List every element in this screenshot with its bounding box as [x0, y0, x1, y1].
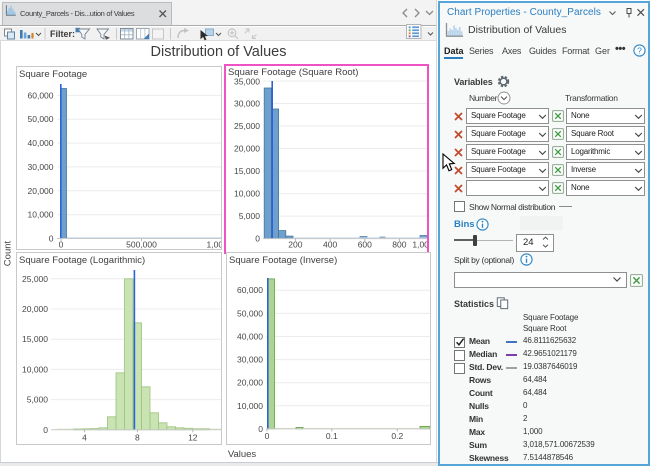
svg-text:25,000: 25,000	[234, 121, 260, 131]
svg-text:60,000: 60,000	[28, 90, 54, 100]
svg-text:200: 200	[288, 240, 302, 250]
svg-text:0: 0	[49, 234, 54, 244]
svg-text:500,000: 500,000	[126, 240, 157, 250]
svg-text:20,000: 20,000	[28, 186, 54, 196]
svg-text:0: 0	[265, 431, 270, 441]
svg-text:0: 0	[255, 234, 260, 244]
svg-text:10,000: 10,000	[28, 210, 54, 220]
svg-text:1,000: 1,000	[207, 240, 222, 250]
svg-text:10,000: 10,000	[237, 401, 263, 411]
svg-text:600: 600	[358, 240, 372, 250]
svg-text:Square Footage (Logarithmic): Square Footage (Logarithmic)	[19, 255, 145, 266]
svg-text:4: 4	[82, 432, 87, 442]
svg-text:30,000: 30,000	[28, 162, 54, 172]
svg-text:5,000: 5,000	[27, 395, 49, 405]
svg-text:0.1: 0.1	[326, 431, 338, 441]
svg-text:40,000: 40,000	[237, 332, 263, 342]
svg-text:400: 400	[323, 240, 337, 250]
svg-text:5,000: 5,000	[239, 211, 261, 221]
svg-text:40,000: 40,000	[28, 138, 54, 148]
svg-text:15,000: 15,000	[234, 166, 260, 176]
svg-text:800: 800	[392, 240, 406, 250]
svg-text:20,000: 20,000	[237, 378, 263, 388]
svg-text:10,000: 10,000	[22, 364, 48, 374]
svg-text:50,000: 50,000	[28, 114, 54, 124]
svg-text:15,000: 15,000	[22, 334, 48, 344]
svg-text:Square Footage (Inverse): Square Footage (Inverse)	[229, 255, 337, 266]
svg-text:Filter:: Filter:	[50, 29, 75, 39]
svg-text:10,000: 10,000	[234, 189, 260, 199]
svg-text:0: 0	[258, 424, 263, 434]
svg-text:60,000: 60,000	[237, 285, 263, 295]
svg-text:0: 0	[43, 425, 48, 435]
svg-text:50,000: 50,000	[237, 308, 263, 318]
svg-text:12: 12	[188, 432, 198, 442]
svg-text:30,000: 30,000	[237, 355, 263, 365]
svg-text:20,000: 20,000	[22, 304, 48, 314]
svg-text:?: ?	[637, 46, 642, 56]
svg-text:0.2: 0.2	[391, 431, 403, 441]
svg-text:8: 8	[135, 432, 140, 442]
svg-text:1,000: 1,000	[412, 240, 427, 250]
svg-text:25,000: 25,000	[22, 274, 48, 284]
svg-text:30,000: 30,000	[234, 99, 260, 109]
svg-text:35,000: 35,000	[234, 77, 260, 87]
svg-text:Square Footage: Square Footage	[19, 69, 87, 80]
svg-text:0: 0	[59, 240, 64, 250]
svg-text:20,000: 20,000	[234, 144, 260, 154]
